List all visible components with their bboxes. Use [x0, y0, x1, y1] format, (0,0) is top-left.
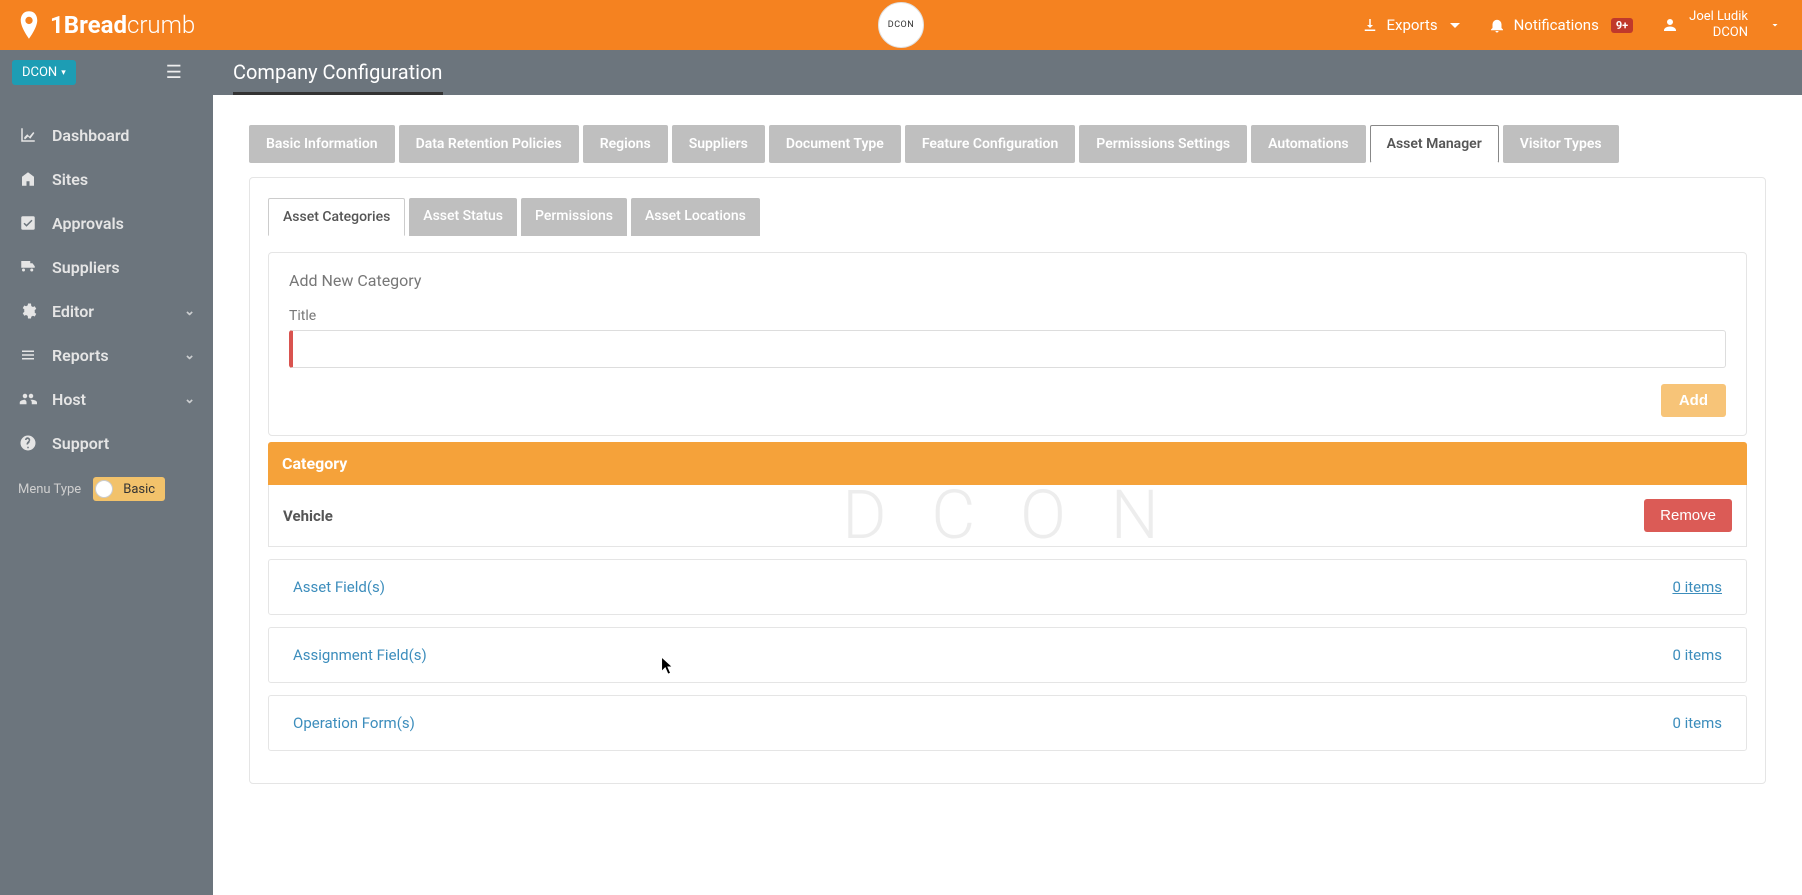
category-header: Category	[268, 442, 1747, 485]
sidebar-item-label: Sites	[52, 170, 88, 189]
user-menu[interactable]: Joel Ludik DCON	[1661, 9, 1784, 40]
company-pill-label: DCON	[22, 65, 57, 80]
exports-menu[interactable]: Exports	[1361, 16, 1460, 34]
sidebar-item-label: Dashboard	[52, 126, 129, 145]
sidebar-item-label: Reports	[52, 346, 109, 365]
sidebar-item-suppliers[interactable]: Suppliers	[0, 245, 213, 289]
bell-icon	[1488, 16, 1506, 34]
topbar-right: Exports Notifications 9+ Joel Ludik DCON	[1361, 9, 1784, 40]
tab-regions[interactable]: Regions	[583, 125, 668, 163]
asset-subtabs: Asset CategoriesAsset StatusPermissionsA…	[268, 198, 1747, 236]
caret-down-icon: ▾	[61, 68, 66, 78]
category-field-row: Operation Form(s) 0 items	[268, 695, 1747, 751]
notifications-menu[interactable]: Notifications 9+	[1488, 16, 1634, 34]
tab-document-type[interactable]: Document Type	[769, 125, 901, 163]
user-name: Joel Ludik	[1689, 9, 1748, 25]
menu-type-row: Menu Type Basic	[0, 465, 213, 513]
tab-feature-configuration[interactable]: Feature Configuration	[905, 125, 1075, 163]
menu-type-toggle[interactable]: Basic	[93, 477, 165, 501]
sidebar-item-sites[interactable]: Sites	[0, 157, 213, 201]
field-row-label[interactable]: Operation Form(s)	[293, 714, 415, 732]
chevron-down-icon: ⌄	[184, 392, 195, 407]
tab-data-retention-policies[interactable]: Data Retention Policies	[399, 125, 579, 163]
add-category-button[interactable]: Add	[1661, 384, 1726, 417]
export-icon	[1361, 16, 1379, 34]
sidebar-item-label: Host	[52, 390, 86, 409]
title-label: Title	[289, 308, 1726, 324]
sidebar-item-reports[interactable]: Reports ⌄	[0, 333, 213, 377]
remove-category-button[interactable]: Remove	[1644, 499, 1732, 532]
brand-mark-icon	[18, 11, 40, 39]
subtab-asset-locations[interactable]: Asset Locations	[631, 198, 760, 236]
sidebar: DashboardSitesApprovalsSuppliersEditor⌄R…	[0, 95, 213, 895]
category-field-row: Assignment Field(s) 0 items	[268, 627, 1747, 683]
truck-icon	[18, 257, 38, 277]
user-company: DCON	[1689, 25, 1748, 41]
brand-bold: 1Bread	[50, 11, 127, 39]
add-category-block: Add New Category Title Add	[268, 252, 1747, 436]
sub-bar: DCON ▾ ☰ Company Configuration	[0, 50, 1802, 95]
top-bar: 1Breadcrumb DCON Exports Notifications 9…	[0, 0, 1802, 50]
content-area: D C O N Basic InformationData Retention …	[213, 95, 1802, 895]
chevron-down-icon: ⌄	[184, 304, 195, 319]
category-row: Vehicle Remove	[268, 485, 1747, 547]
tab-asset-manager[interactable]: Asset Manager	[1370, 125, 1499, 163]
user-icon	[1661, 16, 1679, 34]
add-category-heading: Add New Category	[289, 271, 1726, 290]
toggle-knob	[95, 480, 113, 498]
field-row-count[interactable]: 0 items	[1672, 578, 1722, 596]
menu-type-value: Basic	[123, 482, 155, 497]
category-name: Vehicle	[283, 507, 333, 525]
subtab-permissions[interactable]: Permissions	[521, 198, 627, 236]
chevron-down-icon: ⌄	[184, 348, 195, 363]
sidebar-item-label: Approvals	[52, 214, 124, 233]
sidebar-item-label: Suppliers	[52, 258, 120, 277]
list-icon	[18, 345, 38, 365]
subtab-asset-categories[interactable]: Asset Categories	[268, 198, 405, 236]
chevron-down-icon	[1766, 16, 1784, 34]
field-row-label[interactable]: Assignment Field(s)	[293, 646, 427, 664]
gear-icon	[18, 301, 38, 321]
field-row-count[interactable]: 0 items	[1672, 714, 1722, 732]
asset-manager-panel: Asset CategoriesAsset StatusPermissionsA…	[249, 177, 1766, 784]
page-title: Company Configuration	[233, 60, 443, 92]
company-switcher[interactable]: DCON ▾	[12, 60, 76, 85]
notifications-badge: 9+	[1611, 18, 1633, 33]
sidebar-item-dashboard[interactable]: Dashboard	[0, 113, 213, 157]
notifications-label: Notifications	[1514, 16, 1599, 34]
subtab-asset-status[interactable]: Asset Status	[409, 198, 517, 236]
company-logo-text: DCON	[888, 20, 914, 30]
tab-basic-information[interactable]: Basic Information	[249, 125, 395, 163]
sidebar-item-label: Support	[52, 434, 109, 453]
field-row-count[interactable]: 0 items	[1672, 646, 1722, 664]
tab-automations[interactable]: Automations	[1251, 125, 1366, 163]
tab-permissions-settings[interactable]: Permissions Settings	[1079, 125, 1247, 163]
tab-suppliers[interactable]: Suppliers	[672, 125, 765, 163]
exports-label: Exports	[1387, 16, 1438, 34]
building-icon	[18, 169, 38, 189]
sidebar-item-label: Editor	[52, 302, 94, 321]
sidebar-item-support[interactable]: Support	[0, 421, 213, 465]
category-title-input[interactable]	[289, 330, 1726, 368]
sidebar-item-host[interactable]: Host ⌄	[0, 377, 213, 421]
company-logo-circle: DCON	[878, 2, 924, 48]
brand[interactable]: 1Breadcrumb	[18, 11, 195, 39]
check-square-icon	[18, 213, 38, 233]
users-icon	[18, 389, 38, 409]
sidebar-toggle[interactable]: ☰	[166, 62, 182, 83]
chart-line-icon	[18, 125, 38, 145]
category-field-row: Asset Field(s) 0 items	[268, 559, 1747, 615]
sidebar-item-editor[interactable]: Editor ⌄	[0, 289, 213, 333]
question-icon	[18, 433, 38, 453]
sidebar-item-approvals[interactable]: Approvals	[0, 201, 213, 245]
brand-thin: crumb	[127, 11, 195, 39]
field-row-label[interactable]: Asset Field(s)	[293, 578, 385, 596]
menu-type-label: Menu Type	[18, 482, 81, 497]
config-tabstrip: Basic InformationData Retention Policies…	[249, 125, 1766, 163]
hamburger-icon: ☰	[166, 62, 182, 83]
tab-visitor-types[interactable]: Visitor Types	[1503, 125, 1619, 163]
